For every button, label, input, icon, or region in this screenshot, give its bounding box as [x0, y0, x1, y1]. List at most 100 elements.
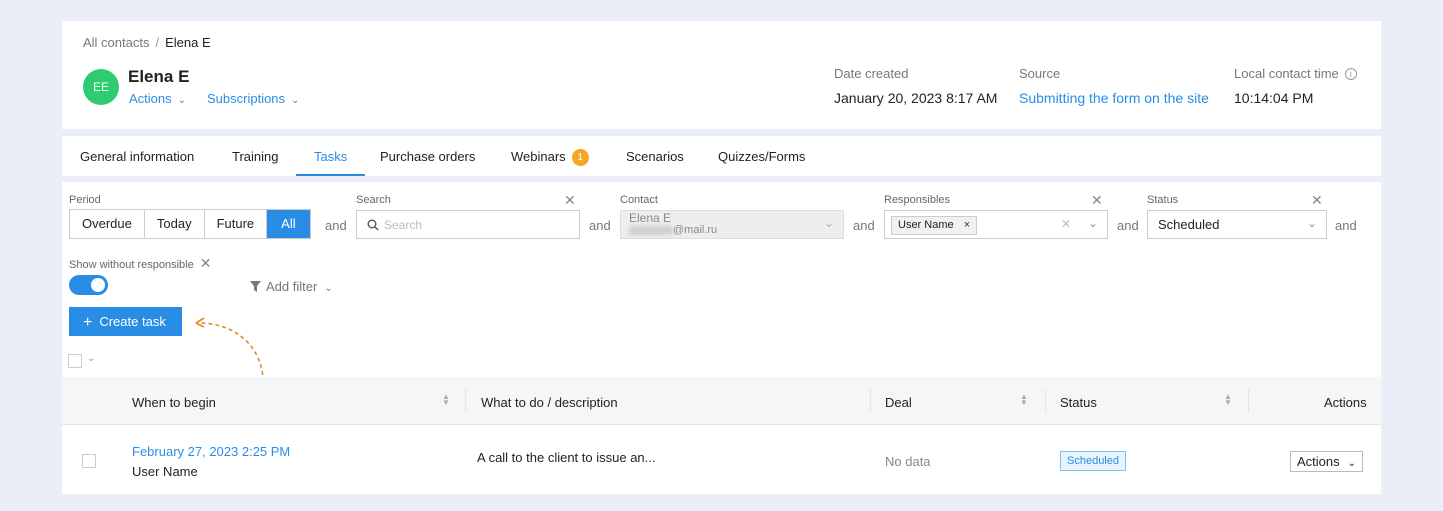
subscriptions-dropdown-label: Subscriptions: [207, 91, 286, 106]
column-actions: Actions: [1324, 395, 1367, 410]
column-status[interactable]: Status: [1060, 395, 1097, 410]
show-without-responsible-toggle[interactable]: [69, 275, 108, 295]
chevron-down-icon[interactable]: ⌄: [87, 353, 95, 364]
contact-filter-label: Contact: [620, 194, 658, 206]
tab-purchase-orders[interactable]: Purchase orders: [362, 136, 493, 176]
column-divider: [870, 389, 871, 413]
chevron-down-icon: ⌄: [823, 216, 834, 230]
local-time-value: 10:14:04 PM: [1234, 90, 1314, 106]
local-time-label-wrap: Local contact time i: [1234, 66, 1357, 81]
create-task-button[interactable]: + Create task: [69, 307, 182, 336]
task-description[interactable]: A call to the client to issue an...: [477, 450, 656, 465]
status-select-value: Scheduled: [1158, 217, 1220, 232]
filter-icon: [250, 281, 261, 292]
search-icon: [367, 219, 379, 231]
and-label: and: [1335, 218, 1357, 233]
responsible-chip-label: User Name: [898, 219, 954, 231]
table-row: February 27, 2023 2:25 PM User Name A ca…: [62, 426, 1381, 494]
and-label: and: [1117, 218, 1139, 233]
blurred-email-prefix: [629, 226, 673, 235]
sort-icon[interactable]: ▲ ▼: [1020, 393, 1028, 407]
task-user: User Name: [132, 464, 198, 479]
contact-header-card: All contacts / Elena E EE Elena E Actions ⌄…: [62, 21, 1381, 129]
tab-scenarios[interactable]: Scenarios: [608, 136, 702, 176]
subscriptions-dropdown[interactable]: Subscriptions ⌄: [207, 91, 299, 106]
date-created-value: January 20, 2023 8:17 AM: [834, 90, 998, 106]
plus-icon: +: [83, 314, 93, 331]
close-icon[interactable]: ✕: [564, 193, 576, 207]
breadcrumb: All contacts / Elena E: [83, 35, 211, 50]
chevron-down-icon: ⌄: [1347, 458, 1357, 469]
tabs-bar: General information Training Tasks Purch…: [62, 136, 1381, 176]
column-divider: [465, 389, 466, 413]
sort-icon[interactable]: ▲ ▼: [442, 393, 450, 407]
task-date-link[interactable]: February 27, 2023 2:25 PM: [132, 444, 290, 459]
responsible-chip: User Name ×: [891, 216, 978, 235]
local-time-label: Local contact time: [1234, 66, 1339, 81]
close-icon[interactable]: ✕: [1311, 193, 1323, 207]
info-icon[interactable]: i: [1344, 68, 1357, 80]
sort-icon[interactable]: ▲ ▼: [1224, 393, 1232, 407]
tab-webinars-label: Webinars: [511, 149, 566, 164]
column-deal[interactable]: Deal: [885, 395, 912, 410]
breadcrumb-separator: /: [155, 35, 160, 50]
row-actions-label: Actions: [1297, 454, 1340, 469]
chevron-down-icon[interactable]: ⌄: [1088, 216, 1098, 230]
tasks-panel: Period Overdue Today Future All and Sear…: [62, 182, 1381, 494]
responsibles-label: Responsibles: [884, 194, 951, 206]
actions-dropdown[interactable]: Actions ⌄: [129, 91, 186, 106]
breadcrumb-all-contacts[interactable]: All contacts: [83, 35, 149, 50]
tab-webinars[interactable]: Webinars 1: [493, 136, 607, 176]
clear-icon[interactable]: ✕: [1061, 217, 1071, 231]
row-checkbox[interactable]: [82, 454, 96, 468]
column-description[interactable]: What to do / description: [481, 395, 618, 410]
add-filter-label: Add filter: [266, 279, 318, 294]
responsibles-select[interactable]: User Name × ✕ ⌄: [884, 210, 1108, 239]
column-divider: [1248, 389, 1249, 413]
column-when-to-begin[interactable]: When to begin: [132, 395, 216, 410]
date-created-label: Date created: [834, 66, 909, 81]
period-today[interactable]: Today: [145, 210, 205, 238]
search-label: Search: [356, 194, 391, 206]
chevron-down-icon: ⌄: [177, 95, 187, 106]
tab-tasks[interactable]: Tasks: [296, 136, 366, 176]
table-header: When to begin ▲ ▼ What to do / descriptio…: [62, 377, 1381, 425]
chevron-down-icon: ⌄: [291, 95, 300, 106]
create-task-label: Create task: [99, 314, 166, 329]
contact-select-email: @mail.ru: [673, 224, 718, 236]
period-future[interactable]: Future: [205, 210, 268, 238]
search-placeholder: Search: [384, 218, 423, 232]
period-segmented-control: Overdue Today Future All: [69, 209, 311, 239]
add-filter-button[interactable]: Add filter ⌄: [250, 279, 333, 294]
tab-general-information[interactable]: General information: [62, 136, 212, 176]
tab-training[interactable]: Training: [214, 136, 296, 176]
source-link[interactable]: Submitting the form on the site: [1019, 90, 1209, 106]
breadcrumb-current: Elena E: [165, 35, 211, 50]
source-label: Source: [1019, 66, 1061, 81]
show-without-responsible-text: Show without responsible: [69, 259, 194, 271]
contact-select-name: Elena E: [629, 211, 672, 225]
contact-select: Elena E @mail.ru ⌄: [620, 210, 844, 239]
and-label: and: [589, 218, 611, 233]
close-icon[interactable]: ✕: [200, 255, 212, 271]
tab-quizzes-forms[interactable]: Quizzes/Forms: [700, 136, 823, 176]
row-actions-dropdown[interactable]: Actions ⌄: [1290, 451, 1364, 472]
status-filter-label: Status: [1147, 194, 1179, 206]
close-icon[interactable]: ✕: [1091, 193, 1103, 207]
and-label: and: [325, 218, 347, 233]
status-badge: Scheduled: [1060, 451, 1126, 471]
select-all-checkbox[interactable]: [68, 354, 82, 368]
period-label: Period: [69, 194, 101, 206]
period-all[interactable]: All: [267, 210, 310, 238]
period-overdue[interactable]: Overdue: [70, 210, 145, 238]
remove-chip-icon[interactable]: ×: [964, 219, 970, 231]
and-label: and: [853, 218, 875, 233]
show-without-responsible-label: Show without responsible ✕: [69, 255, 212, 271]
status-select[interactable]: Scheduled ⌄: [1147, 210, 1327, 239]
contact-name: Elena E: [128, 67, 190, 86]
task-deal: No data: [885, 454, 931, 469]
chevron-down-icon: ⌄: [1306, 216, 1317, 230]
search-input[interactable]: Search: [356, 210, 580, 239]
column-divider: [1045, 389, 1046, 413]
chevron-down-icon: ⌄: [324, 283, 333, 294]
